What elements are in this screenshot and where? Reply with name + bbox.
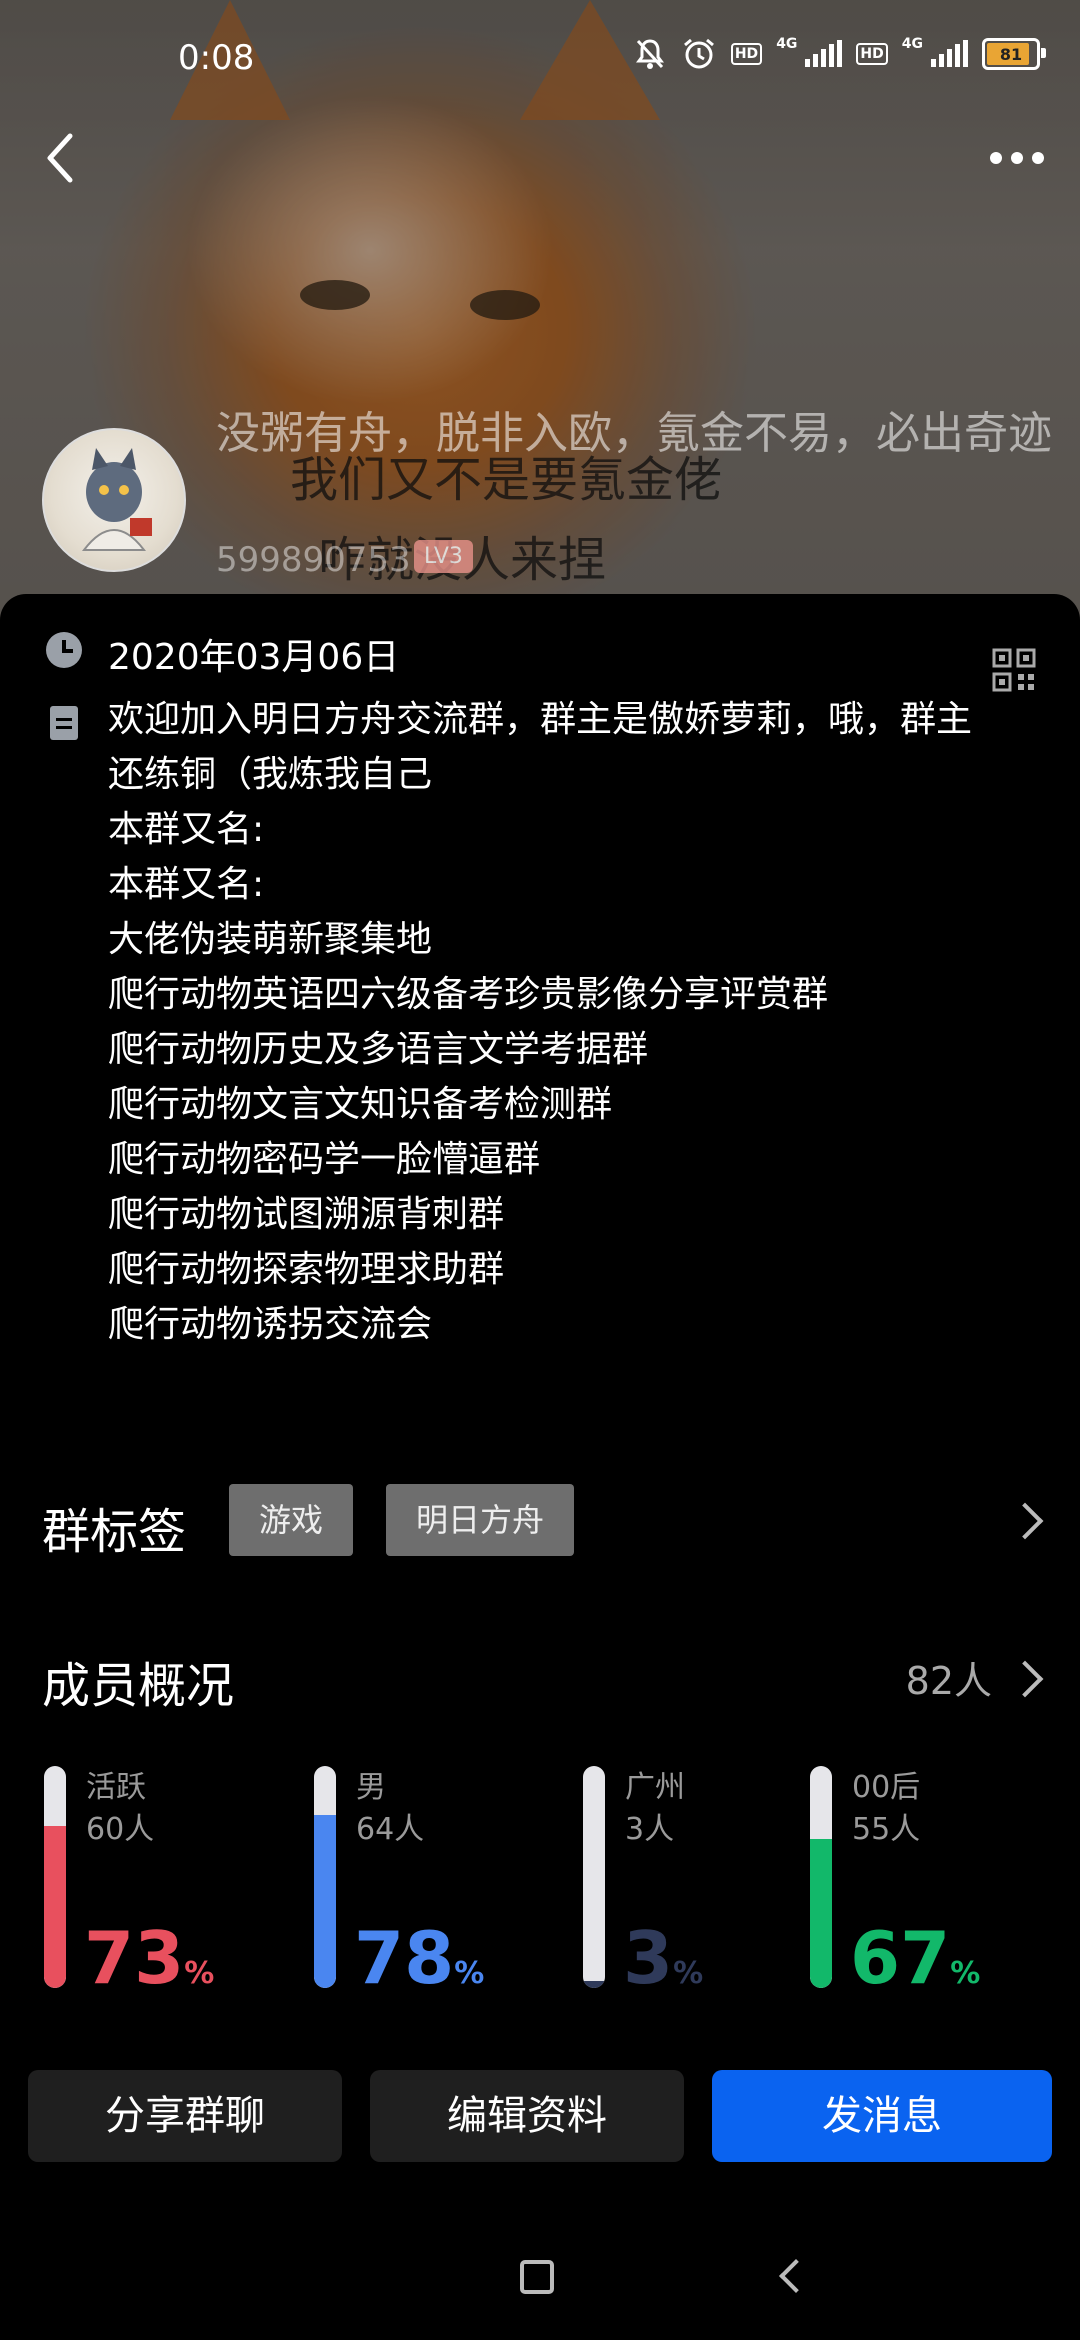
stat-label: 广州 [625, 1770, 685, 1805]
created-date: 2020年03月06日 [108, 637, 400, 678]
hd-icon: HD [730, 43, 763, 65]
battery-level: 81 [999, 44, 1023, 64]
stat-percent: 3% [623, 1918, 703, 2014]
stat-percent-value: 73 [84, 1916, 185, 2000]
description-line: 爬行动物探索物理求助群 [108, 1249, 505, 1290]
description-line: 爬行动物历史及多语言文学考据群 [108, 1029, 649, 1070]
group-id: 599890753 [216, 540, 411, 580]
signal-strength-icon-2 [931, 40, 968, 67]
status-time: 0:08 [178, 38, 255, 78]
tags-section-title: 群标签 [42, 1504, 187, 1560]
stat-active: 活跃 60人 73% [44, 1766, 294, 1998]
stat-bar-track [44, 1766, 66, 1988]
description-line: 还练铜（我炼我自己 [108, 754, 433, 795]
stat-percent-value: 67 [850, 1916, 951, 2000]
hd-icon-2: HD [856, 43, 888, 65]
stat-count: 55人 [852, 1812, 921, 1847]
member-count: 82人 [905, 1659, 992, 1703]
tag-game[interactable]: 游戏 [229, 1484, 353, 1556]
description-line: 爬行动物文言文知识备考检测群 [108, 1084, 613, 1125]
stat-age: 00后 55人 67% [810, 1766, 1060, 1998]
stat-label: 活跃 [86, 1770, 146, 1805]
stat-bar-fill [314, 1814, 336, 1988]
stat-percent: 73% [84, 1918, 214, 2014]
chevron-right-icon [1006, 1502, 1044, 1540]
tag-arknights[interactable]: 明日方舟 [386, 1484, 574, 1556]
document-icon [50, 706, 78, 740]
avatar-illustration [81, 448, 152, 551]
share-group-button[interactable]: 分享群聊 [28, 2070, 342, 2162]
stat-percent-unit: % [184, 1956, 215, 1991]
description-line: 爬行动物密码学一脸懵逼群 [108, 1139, 541, 1180]
created-date-row: 2020年03月06日 [46, 624, 1046, 692]
more-options-button[interactable] [982, 140, 1052, 176]
back-button[interactable] [40, 128, 90, 188]
stat-percent-value: 78 [354, 1916, 455, 2000]
cat-eye-left [300, 280, 370, 310]
group-description: 欢迎加入明日方舟交流群，群主是傲娇萝莉，哦，群主 还练铜（我炼我自己 本群又名:… [108, 692, 1038, 1352]
stat-percent-unit: % [950, 1956, 981, 1991]
stat-region: 广州 3人 3% [583, 1766, 833, 1998]
level-badge: LV3 [414, 540, 473, 573]
stat-bar-fill [583, 1981, 605, 1988]
stat-label: 男 [356, 1770, 386, 1805]
stat-bar-fill [810, 1839, 832, 1988]
members-section-title: 成员概况 [42, 1658, 235, 1714]
stat-percent-unit: % [454, 1956, 485, 1991]
system-nav-bar [0, 2220, 1080, 2340]
status-icons: HD 4G HD 4G 81 [633, 36, 1046, 72]
stat-bar-fill [44, 1825, 66, 1988]
group-name: 没粥有舟，脱非入欧，氪金不易，必出奇迹 [216, 408, 1052, 459]
cat-eye-right [470, 290, 540, 320]
status-bar: 0:08 HD 4G HD 4G 81 [0, 0, 1080, 120]
system-back-icon[interactable] [779, 2259, 813, 2293]
alarm-icon [681, 36, 717, 72]
stat-bar-track [810, 1766, 832, 1988]
description-line: 爬行动物试图溯源背刺群 [108, 1194, 505, 1235]
stat-count: 3人 [625, 1812, 675, 1847]
recent-apps-icon[interactable] [520, 2260, 554, 2294]
more-dot-icon [1032, 152, 1044, 164]
stat-count: 60人 [86, 1812, 155, 1847]
stat-male: 男 64人 78% [314, 1766, 564, 1998]
qr-code-icon[interactable] [992, 648, 1036, 692]
more-dot-icon [990, 152, 1002, 164]
description-line: 爬行动物英语四六级备考珍贵影像分享评赏群 [108, 974, 829, 1015]
stat-bar-track [583, 1766, 605, 1988]
chevron-right-icon [1006, 1660, 1044, 1698]
group-info-panel: 2020年03月06日 欢迎加入明日方舟交流群，群主是傲娇萝莉，哦，群主 还练铜… [0, 594, 1080, 2340]
silent-bell-icon [633, 37, 667, 71]
send-message-button[interactable]: 发消息 [712, 2070, 1052, 2162]
stat-count: 64人 [356, 1812, 425, 1847]
network-type-label-2: 4G [901, 36, 923, 52]
signal-strength-icon [805, 40, 843, 67]
back-arrow-icon [47, 133, 73, 183]
description-line: 大佬伪装萌新聚集地 [108, 919, 433, 960]
description-line: 本群又名: [108, 864, 265, 905]
group-profile-screen: 我们又不是要氪金佬 咋就没人来捏 0:08 HD 4G HD 4G 81 [0, 0, 1080, 2340]
more-dot-icon [1011, 152, 1023, 164]
stat-bar-track [314, 1766, 336, 1988]
description-line: 本群又名: [108, 809, 265, 850]
group-avatar[interactable] [42, 428, 186, 572]
stat-percent: 78% [354, 1918, 484, 2014]
group-tags-row[interactable]: 群标签 游戏 明日方舟 [42, 1484, 1052, 1564]
stat-percent: 67% [850, 1918, 980, 2014]
stat-percent-value: 3 [623, 1916, 674, 2000]
stat-percent-unit: % [673, 1956, 704, 1991]
description-line: 欢迎加入明日方舟交流群，群主是傲娇萝莉，哦，群主 [108, 699, 973, 740]
clock-icon [46, 632, 82, 668]
description-line: 爬行动物诱拐交流会 [108, 1304, 433, 1345]
network-type-label: 4G [776, 36, 798, 52]
battery-icon: 81 [982, 38, 1046, 70]
members-overview-row[interactable]: 成员概况 82人 [42, 1644, 1052, 1714]
edit-profile-button[interactable]: 编辑资料 [370, 2070, 684, 2162]
stat-label: 00后 [852, 1770, 921, 1805]
